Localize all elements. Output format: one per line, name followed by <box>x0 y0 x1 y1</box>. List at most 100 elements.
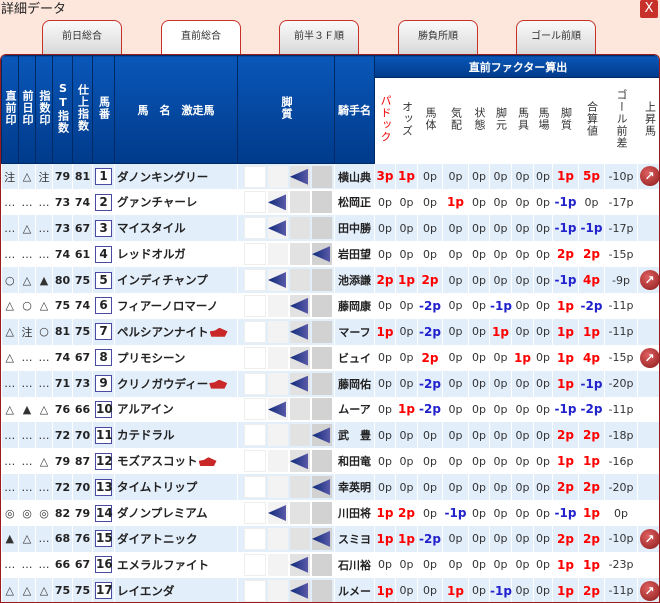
st-index: 71 <box>52 370 73 397</box>
horse-name-cell[interactable]: グァンチャーレ <box>114 189 238 216</box>
table-row[interactable]: …… △ 79 87 12 モズアスコット 和田竜 0p 0p 0p 0p 0p 0p 0p 0p 1p 1p -… <box>1 448 659 475</box>
table-row[interactable]: ……… 73 74 2 グァンチャーレ 松岡正 0p 0p 0p 1p 0p 0p 0p 0p -1p 0p -… <box>1 189 659 216</box>
factor-total: 1p <box>578 448 605 475</box>
horse-name-cell[interactable]: タイムトリップ <box>114 474 238 501</box>
factor-paddock: 3p <box>374 163 396 190</box>
table-row[interactable]: ◎ ◎ ◎ 82 79 14 ダノンプレミアム 川田将 1p 2p 0p -1p 0p 0p 0p 0p -1p… <box>1 500 659 526</box>
horse-name[interactable]: モズアスコット <box>117 454 198 468</box>
table-row[interactable]: ……… 71 73 9 クリノガウディー 藤岡佑 0p 0p -2p 0p 0p 0p 0p 0p 1p -1… <box>1 370 659 397</box>
leg-type-slot <box>312 243 332 266</box>
horse-name[interactable]: マイスタイル <box>117 221 186 235</box>
shiage-index: 73 <box>72 370 93 397</box>
table-row[interactable]: 注 △ 注 79 81 1 ダノンキングリー 横山典 3p 1p 0p 0p 0p 0p 0p 0p 1p 5p -… <box>1 163 659 190</box>
factor-gear: 0p <box>511 525 534 552</box>
rising-horse-icon[interactable]: ↗ <box>639 528 659 549</box>
horse-name[interactable]: クリノガウディー <box>117 377 208 391</box>
horse-name[interactable]: ダノンプレミアム <box>117 506 208 520</box>
tab-decisive-point[interactable]: 勝負所順 <box>398 20 478 54</box>
table-row[interactable]: ……… 74 61 4 レッドオルガ 岩田望 0p 0p 0p 0p 0p 0p 0p 0p 2p 2p -15… <box>1 241 659 268</box>
factor-goal-diff: -20p <box>604 474 638 501</box>
horse-name-cell[interactable]: エメラルファイト <box>114 551 238 578</box>
tab-first-half-3f[interactable]: 前半３Ｆ順 <box>279 20 359 54</box>
leg-type-slot <box>312 165 332 188</box>
horse-name-cell[interactable]: カテドラル <box>114 422 238 449</box>
horse-name[interactable]: アルアイン <box>117 402 174 416</box>
horse-name[interactable]: プリモシーン <box>117 351 185 365</box>
factor-odds: 1p <box>395 525 418 552</box>
leg-type-slot <box>268 553 288 576</box>
horse-name[interactable]: ダノンキングリー <box>117 170 208 184</box>
mark-prev: … <box>18 551 36 578</box>
horse-name-cell[interactable]: フィアーノロマーノ <box>114 292 238 319</box>
header-mark-index: 指数印 <box>35 55 53 164</box>
leg-type-slot <box>268 217 288 240</box>
factor-mood: -1p <box>442 500 469 526</box>
horse-name-cell[interactable]: アルアイン <box>114 396 238 423</box>
mark-today: △ <box>1 577 19 602</box>
horse-name[interactable]: ペルシアンナイト <box>117 325 209 339</box>
factor-gear: 0p <box>511 267 534 293</box>
rising-horse-icon[interactable]: ↗ <box>639 166 659 187</box>
tab-before-goal[interactable]: ゴール前順 <box>516 20 596 54</box>
mark-today: … <box>1 189 19 216</box>
factor-gear: 0p <box>511 551 534 578</box>
table-row[interactable]: ……… 66 67 16 エメラルファイト 石川裕 0p 0p 0p 0p 0p 0p 0p 0p 1p 1p… <box>1 551 659 578</box>
rising-horse-icon[interactable]: ↗ <box>639 580 659 601</box>
tab-just-before-total[interactable]: 直前総合 <box>161 20 241 54</box>
table-row[interactable]: △ 注 ○ 81 75 7 ペルシアンナイト マーフ 1p 0p -2p 0p 0p 1p 0p 0p 1p 1p… <box>1 318 659 345</box>
horse-name-cell[interactable]: ダイアトニック <box>114 525 238 552</box>
horse-name[interactable]: エメラルファイト <box>117 558 209 572</box>
factor-leg-type: 1p <box>552 163 579 190</box>
factor-condition: 0p <box>468 241 490 268</box>
tab-prev-day-total[interactable]: 前日総合 <box>42 20 122 54</box>
leg-type-slot <box>312 294 332 317</box>
horse-name-cell[interactable]: ダノンキングリー <box>114 163 238 190</box>
horse-name-cell[interactable]: レイエンダ <box>114 577 238 602</box>
table-row[interactable]: ○ △ ▲ 80 75 5 インディチャンプ 池添謙 2p 1p 2p 0p 0p 0p 0p 0p -1p 4p… <box>1 267 659 293</box>
mark-index: … <box>35 551 53 578</box>
mark-index: … <box>35 474 53 501</box>
rising-horse-icon[interactable]: ↗ <box>639 347 659 368</box>
horse-name[interactable]: タイムトリップ <box>117 480 197 494</box>
factor-mood: 1p <box>442 189 469 216</box>
rising-cell <box>637 422 659 449</box>
close-button[interactable]: X <box>640 0 658 18</box>
horse-name-cell[interactable]: プリモシーン <box>114 344 238 371</box>
rising-horse-icon[interactable]: ↗ <box>639 270 659 290</box>
table-row[interactable]: △…… 74 67 8 プリモシーン ビュイ 0p 0p 2p 0p 0p 0p 1p 0p 1p 4p -15… <box>1 344 659 371</box>
umaban: 17 <box>95 582 113 600</box>
table-row[interactable]: ……… 72 70 11 カテドラル武 豊 0p 0p 0p 0p 0p 0p 0p 0p 2p 2p -18… <box>1 422 659 449</box>
horse-name[interactable]: フィアーノロマーノ <box>117 299 218 313</box>
leg-type-slot <box>268 372 288 395</box>
leg-type-indicator <box>237 292 335 319</box>
factor-paddock: 0p <box>374 189 396 216</box>
horse-name[interactable]: ダイアトニック <box>117 532 198 546</box>
horse-name-cell[interactable]: インディチャンプ <box>114 267 238 293</box>
table-row[interactable]: ……… 72 70 13 タイムトリップ 幸英明 0p 0p 0p 0p 0p 0p 0p 0p 2p 2p -… <box>1 474 659 501</box>
table-row[interactable]: △ ▲ △ 76 66 10 アルアイン ムーア 0p 1p -2p 0p 0p 0p 0p 0p -1p -2p… <box>1 396 659 423</box>
factor-odds: 0p <box>395 344 418 371</box>
factor-body: 2p <box>417 267 443 293</box>
umaban: 8 <box>95 349 112 367</box>
horse-name-cell[interactable]: マイスタイル <box>114 215 238 242</box>
horse-name[interactable]: インディチャンプ <box>117 273 208 287</box>
factor-goal-diff: -17p <box>604 189 638 216</box>
horse-name[interactable]: グァンチャーレ <box>117 195 197 209</box>
factor-track: 0p <box>533 292 553 319</box>
horse-name[interactable]: レイエンダ <box>117 584 174 598</box>
table-row[interactable]: △ ○ △ 75 74 6 フィアーノロマーノ 藤岡康 0p 0p -2p 0p 0p -1p 0p 0p 1p… <box>1 292 659 319</box>
table-row[interactable]: … △… 73 67 3 マイスタイル 田中勝 0p 0p 0p 0p 0p 0p 0p 0p -1p -1p -… <box>1 215 659 242</box>
table-row[interactable]: △ △ △ 75 75 17 レイエンダ ルメー 1p 0p 0p 1p 0p -1p 0p 0p 1p 2p -1… <box>1 577 659 602</box>
horse-name[interactable]: カテドラル <box>117 428 175 442</box>
horse-name[interactable]: レッドオルガ <box>117 247 186 261</box>
factor-body: 0p <box>417 577 443 602</box>
table-row[interactable]: ▲ △… 68 76 15 ダイアトニック スミヨ 1p 1p -2p 0p 0p 0p 0p 0p 2p 2p… <box>1 525 659 552</box>
horse-name-cell[interactable]: モズアスコット <box>114 448 238 475</box>
leg-type-indicator <box>237 474 335 501</box>
horse-name-cell[interactable]: ペルシアンナイト <box>114 318 238 345</box>
header-factor-goal-diff: ゴール前差 <box>604 77 638 164</box>
factor-legs: -1p <box>489 292 512 319</box>
horse-name-cell[interactable]: レッドオルガ <box>114 241 238 268</box>
horse-name-cell[interactable]: クリノガウディー <box>114 370 238 397</box>
horse-name-cell[interactable]: ダノンプレミアム <box>114 500 238 526</box>
